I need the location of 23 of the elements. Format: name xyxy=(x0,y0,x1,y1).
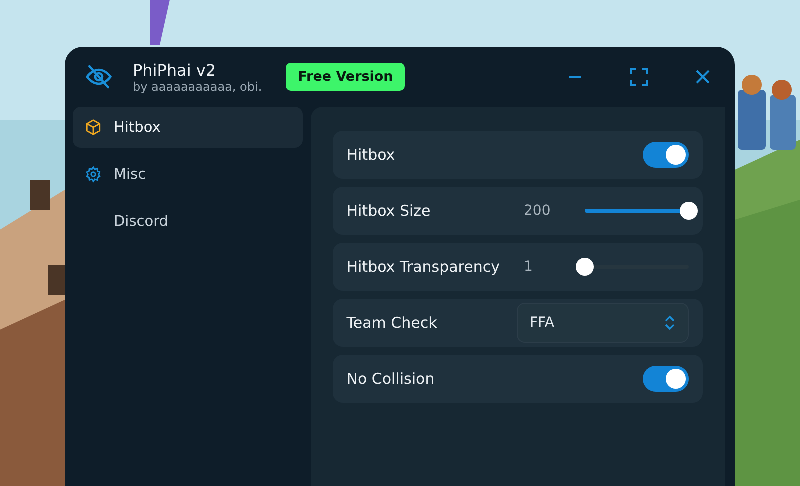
toggle-switch[interactable] xyxy=(643,142,689,168)
sidebar-item[interactable]: Misc xyxy=(73,154,303,195)
eye-off-icon xyxy=(85,63,113,91)
setting-label: Hitbox xyxy=(346,146,396,164)
version-badge: Free Version xyxy=(286,63,406,91)
cube-icon xyxy=(85,119,102,136)
window-title: PhiPhai v2 xyxy=(133,60,218,80)
setting-label: No Collision xyxy=(346,370,435,388)
maximize-icon xyxy=(630,68,648,86)
sidebar-item[interactable]: Discord xyxy=(73,201,303,242)
settings-icon xyxy=(85,166,102,183)
maximize-button[interactable] xyxy=(627,65,651,89)
close-icon xyxy=(696,70,710,84)
setting-label: Hitbox Size xyxy=(346,202,431,220)
window-subtitle: by aaaaaaaaaaa, obi. xyxy=(133,80,262,94)
toggle-switch[interactable] xyxy=(643,366,689,392)
updown-icon xyxy=(664,314,676,332)
slider-value: 1 xyxy=(524,259,534,275)
sidebar-item[interactable]: Hitbox xyxy=(73,107,303,148)
setting-label: Hitbox Transparency xyxy=(346,258,500,276)
slider-value: 200 xyxy=(524,203,552,219)
dropdown[interactable]: FFA xyxy=(517,303,689,343)
setting-label: Team Check xyxy=(346,314,438,332)
